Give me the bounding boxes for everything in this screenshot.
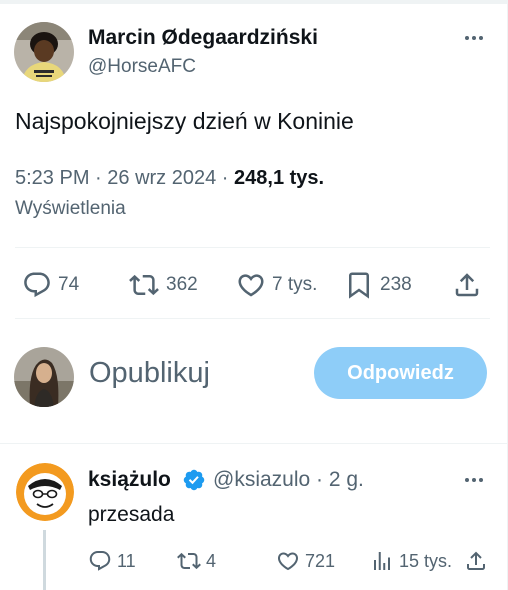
meta-separator: · [95, 167, 108, 189]
verified-icon[interactable] [182, 468, 206, 492]
reply-author-avatar[interactable] [16, 463, 74, 521]
reply-author-handle[interactable]: @ksiazulo [213, 468, 310, 491]
reply-meta: @ksiazulo · 2 g. [213, 468, 364, 492]
reply-icon [89, 551, 111, 571]
thread-line [43, 530, 46, 590]
views-icon [374, 552, 390, 570]
reply-count: 74 [58, 274, 80, 295]
reply-like-button[interactable]: 721 [276, 549, 335, 573]
share-icon [455, 273, 479, 297]
reply-button[interactable]: 74 [22, 270, 79, 300]
reply-like-count: 721 [305, 550, 336, 571]
author-handle[interactable]: @HorseAFC [88, 56, 196, 78]
share-icon [467, 551, 485, 570]
author-name[interactable]: Marcin Ødegaardziński [88, 26, 318, 50]
tweet-time[interactable]: 5:23 PM [15, 167, 89, 189]
reply-reply-button[interactable]: 11 [88, 549, 136, 573]
divider [15, 318, 490, 319]
section-divider [0, 443, 507, 444]
bookmark-count: 238 [380, 274, 412, 295]
author-avatar[interactable] [14, 22, 74, 82]
reply-views-button[interactable]: 15 tys. [370, 549, 452, 573]
submit-reply-button[interactable]: Odpowiedz [314, 347, 487, 399]
reply-share-button[interactable] [464, 549, 488, 573]
reply-retweet-count: 4 [206, 550, 217, 571]
reply-icon [24, 272, 50, 298]
reply-input[interactable]: Opublikuj [89, 357, 210, 390]
tweet-meta: 5:23 PM · 26 wrz 2024 · 248,1 tys. [15, 167, 324, 190]
like-icon [238, 274, 264, 297]
reply-more-icon[interactable] [458, 470, 490, 490]
bookmark-icon [349, 272, 369, 299]
reply-reply-count: 11 [117, 550, 136, 571]
current-user-avatar[interactable] [14, 347, 74, 407]
like-button[interactable]: 7 tys. [236, 270, 317, 300]
like-count: 7 tys. [272, 274, 318, 295]
retweet-button[interactable]: 362 [128, 270, 198, 300]
more-icon[interactable] [458, 28, 490, 48]
reply-time[interactable]: 2 g. [329, 468, 364, 491]
divider [15, 247, 490, 248]
retweet-count: 362 [166, 274, 198, 295]
retweet-icon [129, 274, 159, 296]
tweet-date[interactable]: 26 wrz 2024 [107, 167, 216, 189]
tweet-text: Najspokojniejszy dzień w Koninie [15, 108, 354, 134]
meta-separator: · [221, 167, 235, 189]
reply-text: przesada [88, 503, 175, 526]
like-icon [277, 552, 299, 571]
meta-separator: · [316, 468, 329, 491]
reply-views-count: 15 tys. [399, 550, 453, 571]
top-border [0, 0, 508, 4]
share-button[interactable] [452, 270, 482, 300]
reply-author-name[interactable]: książulo [88, 468, 171, 492]
reply-retweet-button[interactable]: 4 [177, 549, 216, 573]
views-count: 248,1 tys. [234, 167, 325, 189]
bookmark-button[interactable]: 238 [344, 270, 412, 300]
views-label: Wyświetlenia [15, 198, 126, 219]
retweet-icon [177, 552, 201, 570]
